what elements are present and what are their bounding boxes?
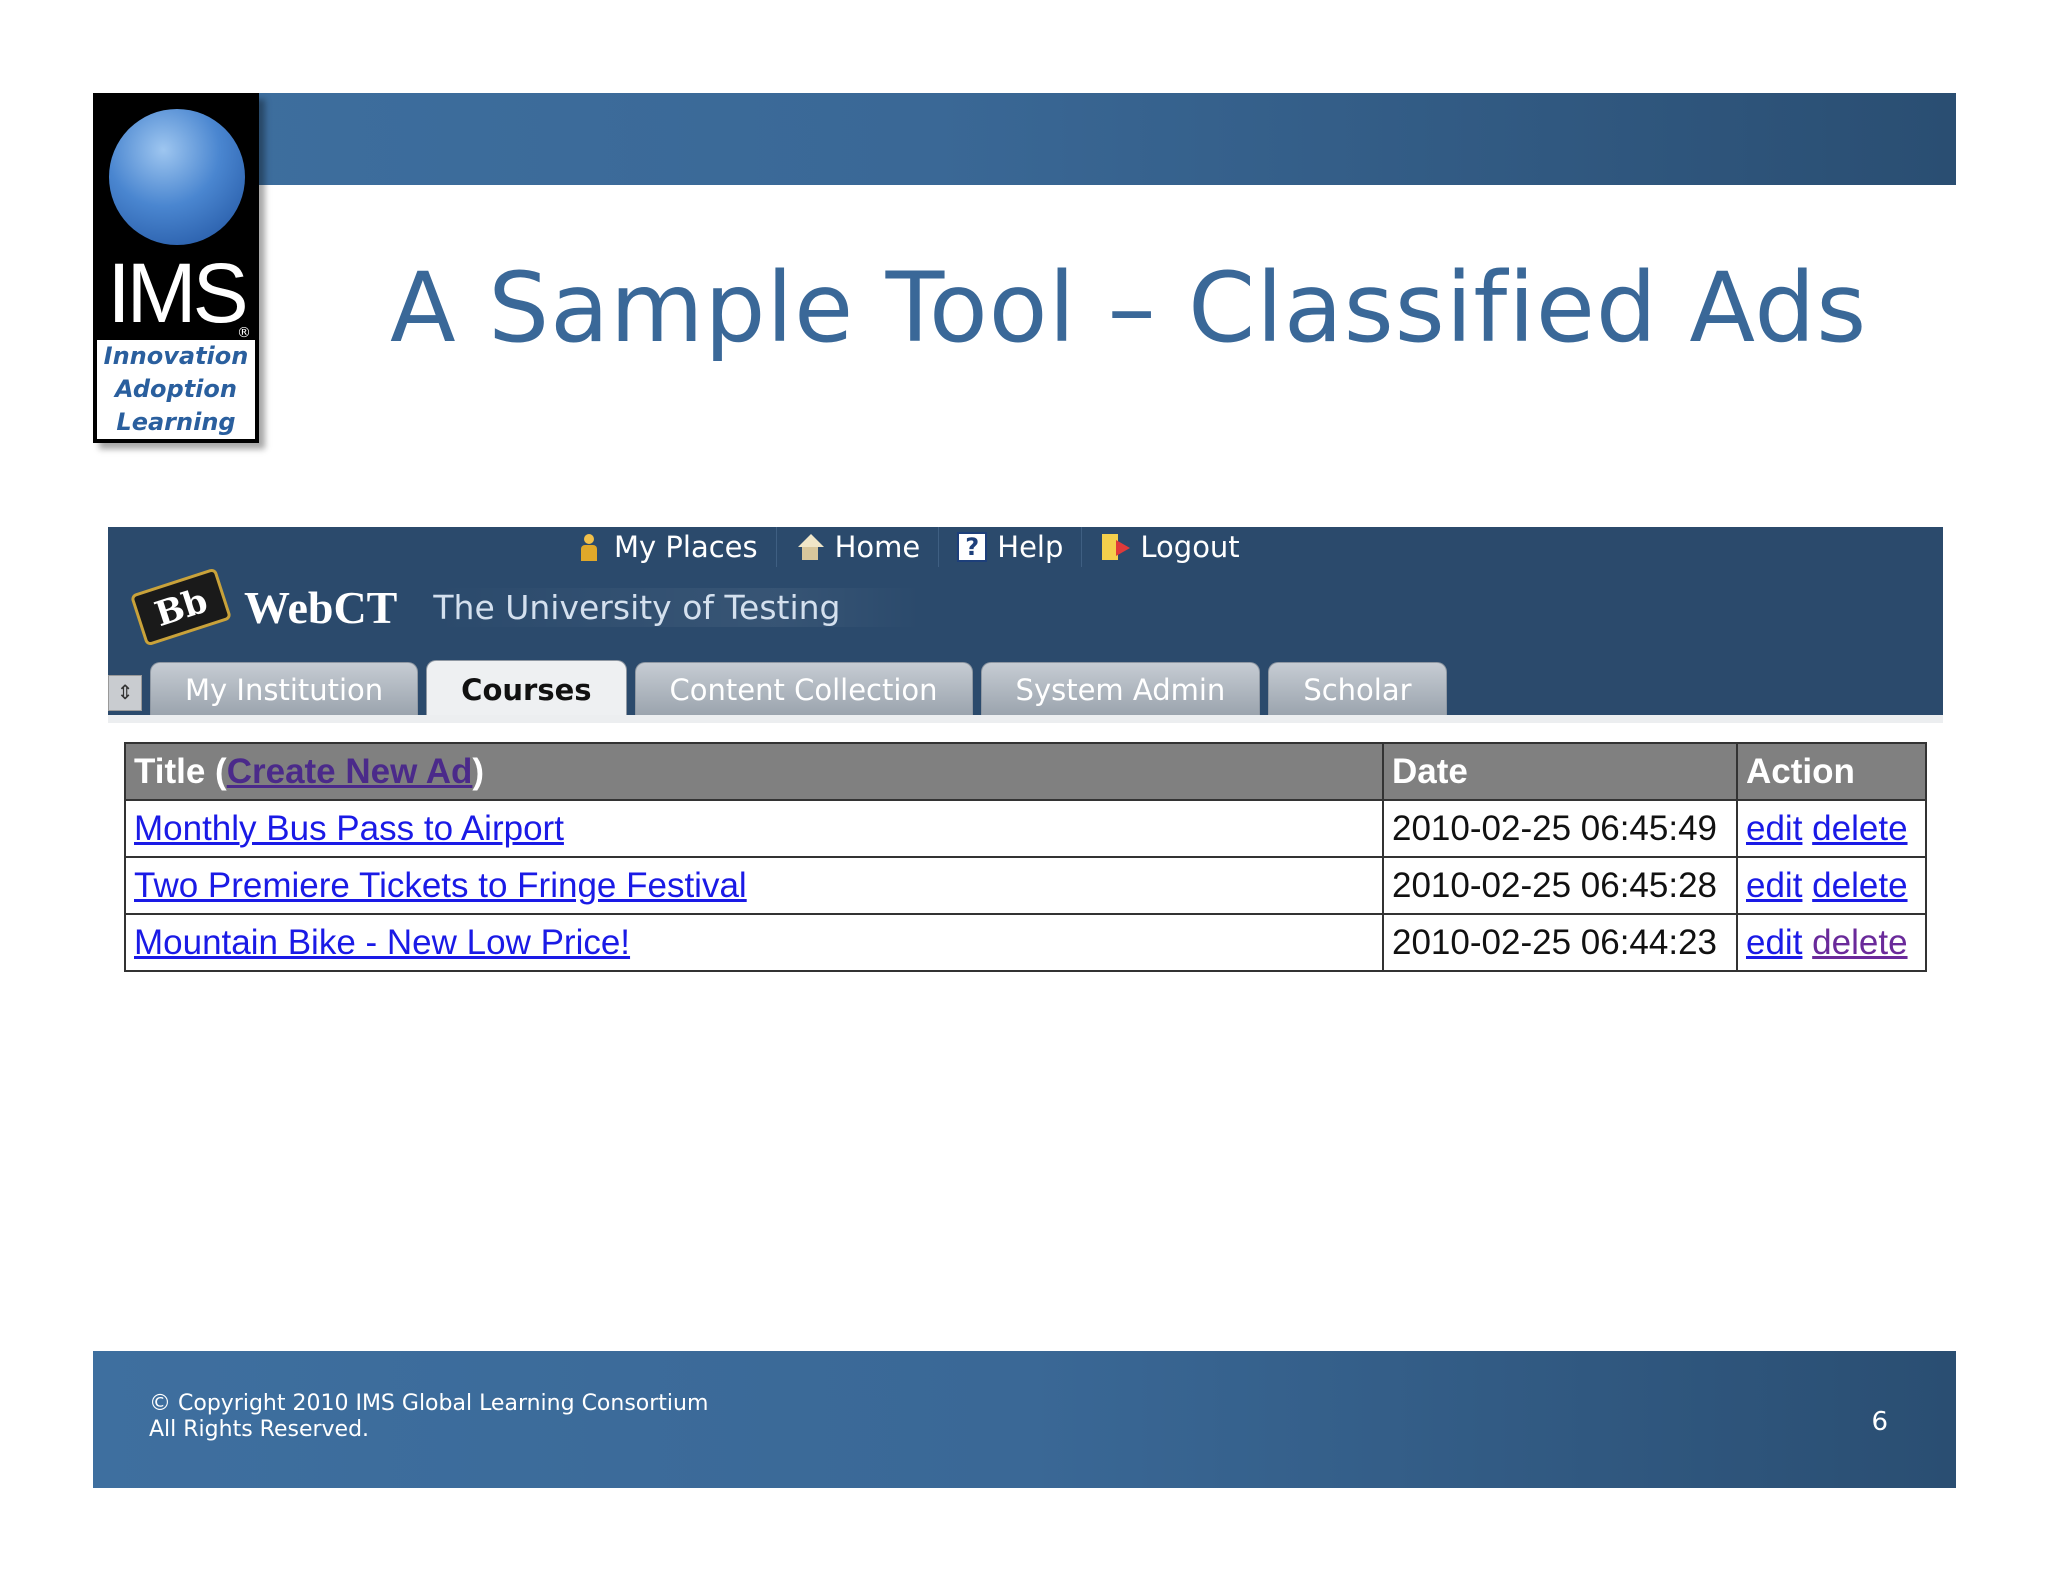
brand-area: Bb WebCT The University of Testing bbox=[129, 567, 921, 647]
table-row: Mountain Bike - New Low Price! 2010-02-2… bbox=[124, 913, 1927, 972]
my-places-link[interactable]: My Places bbox=[556, 527, 777, 567]
help-label: Help bbox=[997, 530, 1064, 564]
ad-title-link[interactable]: Monthly Bus Pass to Airport bbox=[134, 809, 564, 848]
action-cell: edit delete bbox=[1736, 856, 1927, 915]
ads-table: Title (Create New Ad) Date Action Monthl… bbox=[124, 742, 1927, 972]
page-number: 6 bbox=[1871, 1407, 1888, 1437]
footer-band: © Copyright 2010 IMS Global Learning Con… bbox=[93, 1351, 1956, 1488]
table-header-row: Title (Create New Ad) Date Action bbox=[124, 742, 1927, 801]
logout-icon bbox=[1100, 532, 1131, 562]
ad-date: 2010-02-25 06:44:23 bbox=[1382, 913, 1738, 972]
tagline-learning: Learning bbox=[116, 408, 236, 436]
blackboard-logo-icon: Bb bbox=[129, 567, 233, 647]
home-link[interactable]: Home bbox=[777, 527, 940, 567]
lms-screenshot: My Places Home ? Help Logout Bb WebCT Th… bbox=[108, 527, 1943, 723]
copyright-text: © Copyright 2010 IMS Global Learning Con… bbox=[149, 1391, 709, 1416]
ims-logo: IMS ® Innovation Adoption Learning bbox=[93, 93, 259, 443]
tab-system-admin[interactable]: System Admin bbox=[980, 662, 1261, 716]
help-link[interactable]: ? Help bbox=[939, 527, 1083, 567]
person-icon bbox=[574, 532, 604, 562]
tab-courses[interactable]: Courses bbox=[426, 660, 627, 719]
create-new-ad-link[interactable]: Create New Ad bbox=[227, 752, 473, 791]
header-divider bbox=[108, 715, 1943, 723]
tab-scholar[interactable]: Scholar bbox=[1268, 662, 1447, 716]
delete-link[interactable]: delete bbox=[1812, 923, 1907, 962]
tagline-innovation: Innovation bbox=[103, 342, 249, 370]
institution-name: The University of Testing bbox=[433, 587, 921, 627]
action-cell: edit delete bbox=[1736, 913, 1927, 972]
brand-name: WebCT bbox=[244, 581, 398, 633]
logout-label: Logout bbox=[1140, 530, 1240, 564]
edit-link[interactable]: edit bbox=[1746, 866, 1802, 905]
date-header: Date bbox=[1382, 742, 1738, 801]
edit-link[interactable]: edit bbox=[1746, 923, 1802, 962]
globe-icon bbox=[109, 109, 245, 245]
rights-text: All Rights Reserved. bbox=[149, 1417, 370, 1442]
my-places-label: My Places bbox=[614, 530, 758, 564]
registered-mark: ® bbox=[237, 325, 251, 341]
top-links: My Places Home ? Help Logout bbox=[556, 527, 1258, 567]
help-icon: ? bbox=[957, 532, 988, 562]
ad-date: 2010-02-25 06:45:49 bbox=[1382, 799, 1738, 858]
action-cell: edit delete bbox=[1736, 799, 1927, 858]
action-header: Action bbox=[1736, 742, 1927, 801]
home-label: Home bbox=[834, 530, 921, 564]
tab-my-institution[interactable]: My Institution bbox=[150, 662, 419, 716]
ad-date: 2010-02-25 06:45:28 bbox=[1382, 856, 1738, 915]
tab-content-collection[interactable]: Content Collection bbox=[634, 662, 973, 716]
collapse-toggle-icon[interactable]: ⇕ bbox=[108, 675, 142, 711]
logo-tagline: Innovation Adoption Learning bbox=[97, 340, 255, 439]
ad-title-link[interactable]: Mountain Bike - New Low Price! bbox=[134, 923, 630, 962]
tagline-adoption: Adoption bbox=[115, 375, 237, 403]
home-icon bbox=[795, 532, 825, 562]
slide-title: A Sample Tool – Classified Ads bbox=[390, 252, 1868, 364]
table-row: Two Premiere Tickets to Fringe Festival … bbox=[124, 856, 1927, 915]
delete-link[interactable]: delete bbox=[1812, 866, 1907, 905]
edit-link[interactable]: edit bbox=[1746, 809, 1802, 848]
logo-name: IMS bbox=[107, 246, 248, 340]
header-band bbox=[93, 93, 1956, 185]
delete-link[interactable]: delete bbox=[1812, 809, 1907, 848]
main-tabs: My Institution Courses Content Collectio… bbox=[150, 660, 1447, 719]
ad-title-link[interactable]: Two Premiere Tickets to Fringe Festival bbox=[134, 866, 747, 905]
logout-link[interactable]: Logout bbox=[1082, 527, 1257, 567]
table-row: Monthly Bus Pass to Airport 2010-02-25 0… bbox=[124, 799, 1927, 858]
title-header: Title (Create New Ad) bbox=[124, 742, 1384, 801]
